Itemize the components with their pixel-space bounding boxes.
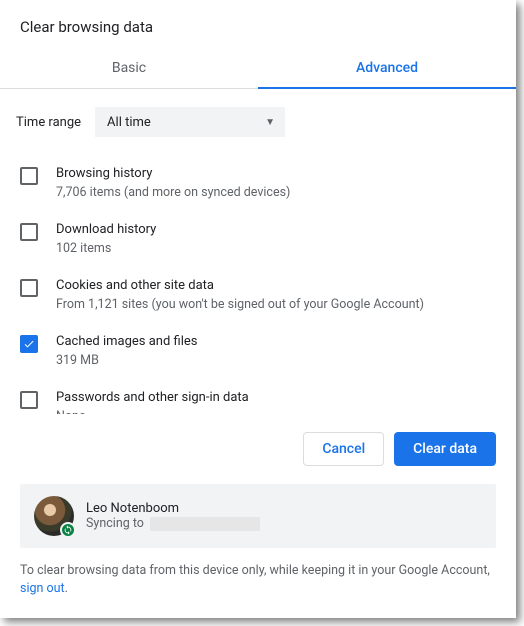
account-sync-status: Syncing to: [86, 516, 260, 531]
checkbox[interactable]: [20, 335, 38, 353]
option-subtitle: 319 MB: [56, 353, 197, 369]
option-row: Cached images and files 319 MB: [0, 323, 516, 379]
checkbox[interactable]: [20, 167, 38, 185]
option-text: Browsing history 7,706 items (and more on…: [56, 165, 290, 201]
clear-data-button[interactable]: Clear data: [394, 432, 496, 466]
account-text: Leo Notenboom Syncing to: [86, 501, 260, 531]
sync-badge-icon: [60, 522, 76, 538]
dialog-footer: Cancel Clear data: [0, 414, 516, 484]
time-range-value: All time: [107, 115, 151, 130]
cancel-button[interactable]: Cancel: [303, 432, 384, 466]
tab-advanced[interactable]: Advanced: [258, 50, 516, 88]
option-subtitle: None: [56, 409, 249, 414]
footnote: To clear browsing data from this device …: [0, 562, 516, 618]
time-range-label: Time range: [16, 115, 81, 130]
chevron-down-icon: ▼: [265, 117, 275, 128]
clear-browsing-data-dialog: Clear browsing data Basic Advanced Time …: [0, 0, 516, 618]
checkbox[interactable]: [20, 391, 38, 409]
dialog-title: Clear browsing data: [0, 0, 516, 50]
option-text: Passwords and other sign-in data None: [56, 389, 249, 414]
option-subtitle: 7,706 items (and more on synced devices): [56, 185, 290, 201]
option-row: Passwords and other sign-in data None: [0, 379, 516, 414]
option-title: Browsing history: [56, 165, 290, 183]
redacted-email: [150, 517, 260, 531]
footnote-text-1: To clear browsing data from this device …: [20, 563, 490, 578]
checkbox[interactable]: [20, 223, 38, 241]
sign-out-link[interactable]: sign out: [20, 581, 65, 596]
option-row: Browsing history 7,706 items (and more on…: [0, 155, 516, 211]
option-row: Download history 102 items: [0, 211, 516, 267]
dialog-body-scroll[interactable]: Time range All time ▼ Browsing history 7,…: [0, 89, 516, 414]
tab-basic[interactable]: Basic: [0, 50, 258, 88]
time-range-select[interactable]: All time ▼: [95, 107, 285, 137]
option-title: Passwords and other sign-in data: [56, 389, 249, 407]
account-box: Leo Notenboom Syncing to: [20, 484, 496, 548]
checkbox[interactable]: [20, 279, 38, 297]
option-row: Cookies and other site data From 1,121 si…: [0, 267, 516, 323]
option-subtitle: From 1,121 sites (you won't be signed ou…: [56, 297, 424, 313]
tab-bar: Basic Advanced: [0, 50, 516, 89]
syncing-label: Syncing to: [86, 516, 144, 531]
option-text: Cookies and other site data From 1,121 si…: [56, 277, 424, 313]
account-name: Leo Notenboom: [86, 501, 260, 516]
option-subtitle: 102 items: [56, 241, 156, 257]
option-text: Download history 102 items: [56, 221, 156, 257]
option-title: Download history: [56, 221, 156, 239]
option-title: Cached images and files: [56, 333, 197, 351]
footnote-text-2: .: [65, 581, 68, 596]
option-title: Cookies and other site data: [56, 277, 424, 295]
time-range-row: Time range All time ▼: [0, 89, 516, 155]
option-text: Cached images and files 319 MB: [56, 333, 197, 369]
avatar-wrap: [34, 496, 74, 536]
